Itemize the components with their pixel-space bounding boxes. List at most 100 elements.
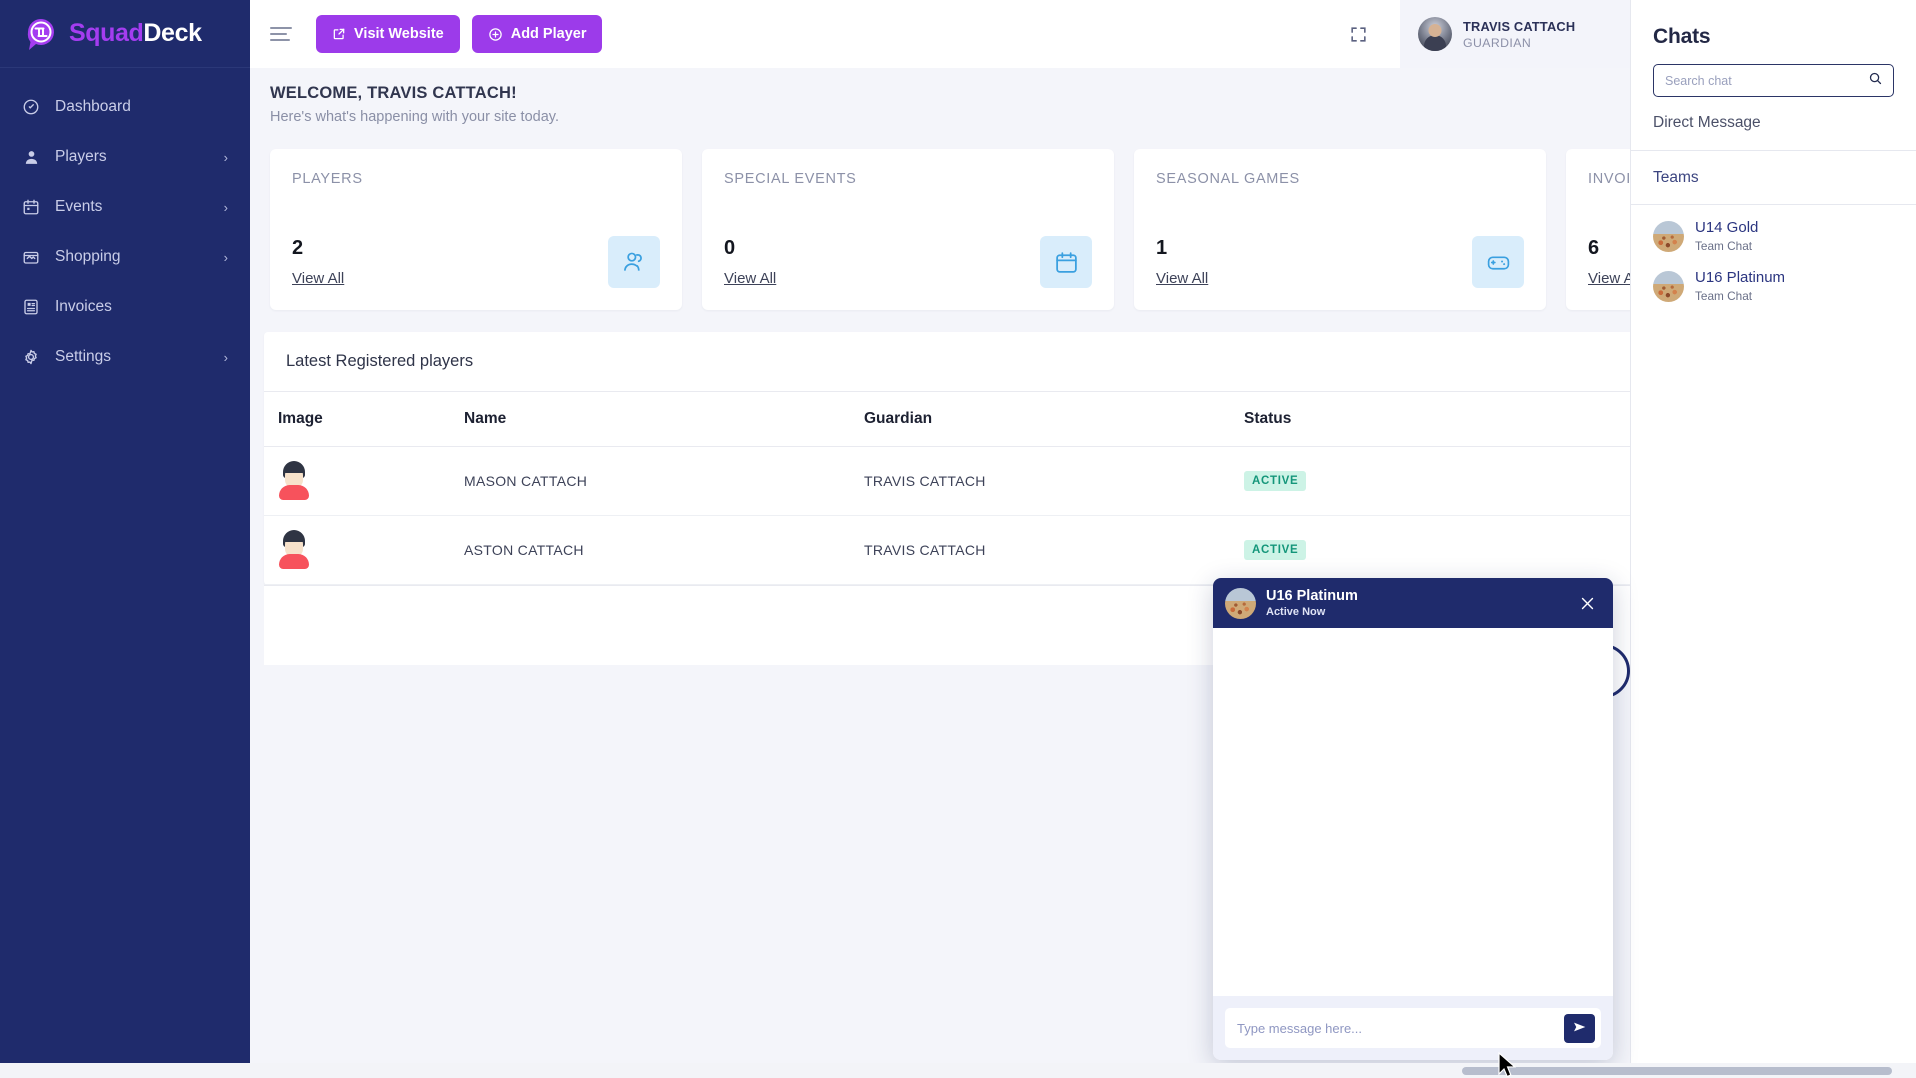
stat-value-group: 6 View All	[1588, 238, 1630, 288]
sidebar-item-settings[interactable]: Settings ›	[0, 332, 250, 382]
avatar	[1418, 17, 1452, 51]
sidebar-item-dashboard[interactable]: Dashboard	[0, 82, 250, 132]
chat-list-item-u14-gold[interactable]: U14 Gold Team Chat	[1653, 213, 1894, 263]
brand-text: SquadDeck	[69, 19, 202, 48]
status-badge: ACTIVE	[1244, 471, 1306, 491]
view-all-link[interactable]: View All	[724, 270, 776, 287]
cell-status: ACTIVE	[1244, 447, 1630, 516]
add-player-button[interactable]: Add Player	[472, 15, 603, 53]
chevron-right-icon: ›	[224, 201, 228, 214]
column-header-guardian: Guardian	[864, 392, 1244, 447]
invoice-icon	[20, 296, 42, 318]
stat-cards-row: PLAYERS 2 View All	[250, 125, 1630, 310]
sidebar-nav: Dashboard Players ›	[0, 68, 250, 382]
hamburger-icon[interactable]	[270, 24, 296, 44]
table-row[interactable]: MASON CATTACH TRAVIS CATTACH ACTIVE	[264, 447, 1630, 516]
stat-title: INVOICES	[1588, 171, 1630, 187]
brand-text-first: Squad	[69, 19, 143, 47]
table-row[interactable]: ASTON CATTACH TRAVIS CATTACH ACTIVE	[264, 516, 1630, 585]
divider	[1631, 150, 1916, 151]
visit-website-button[interactable]: Visit Website	[316, 15, 460, 53]
message-input-wrap[interactable]	[1225, 1008, 1601, 1048]
stat-value-group: 1 View All	[1156, 238, 1208, 288]
stat-value: 1	[1156, 238, 1208, 258]
stat-card-body: 2 View All	[292, 236, 660, 288]
view-all-link[interactable]: View All	[1588, 270, 1630, 287]
external-link-icon	[332, 27, 346, 41]
search-input[interactable]	[1665, 74, 1868, 88]
message-input[interactable]	[1237, 1021, 1564, 1036]
stat-title: SPECIAL EVENTS	[724, 171, 1090, 187]
stat-card-seasonal-games: SEASONAL GAMES 1 View All	[1134, 149, 1546, 310]
stat-card-invoices: INVOICES 6 View All	[1566, 149, 1630, 310]
chat-item-text: U16 Platinum Team Chat	[1695, 269, 1785, 303]
sidebar-item-events[interactable]: Events ›	[0, 182, 250, 232]
topbar: Visit Website Add Player TRAV	[250, 0, 1630, 68]
stat-value: 2	[292, 238, 344, 258]
profile-menu[interactable]: TRAVIS CATTACH GUARDIAN	[1400, 0, 1630, 68]
profile-role: GUARDIAN	[1463, 36, 1575, 50]
sidebar-item-label: Dashboard	[55, 98, 228, 116]
sidebar-item-label: Events	[55, 198, 224, 216]
sidebar-item-label: Settings	[55, 348, 224, 366]
horizontal-scrollbar[interactable]	[0, 1063, 1916, 1078]
fullscreen-icon[interactable]	[1338, 14, 1378, 54]
scrollbar-thumb[interactable]	[1462, 1067, 1892, 1075]
team-avatar	[1225, 588, 1256, 619]
team-avatar	[1653, 271, 1684, 302]
send-button[interactable]	[1564, 1014, 1595, 1043]
latest-players-table: Image Name Guardian Status	[264, 392, 1630, 585]
gear-icon	[20, 346, 42, 368]
chat-list-item-u16-platinum[interactable]: U16 Platinum Team Chat	[1653, 263, 1894, 313]
chevron-right-icon: ›	[224, 251, 228, 264]
direct-message-label[interactable]: Direct Message	[1653, 114, 1894, 132]
cell-guardian: TRAVIS CATTACH	[864, 447, 1244, 516]
profile-text: TRAVIS CATTACH GUARDIAN	[1463, 19, 1575, 50]
stat-title: PLAYERS	[292, 171, 658, 187]
sidebar-item-invoices[interactable]: Invoices	[0, 282, 250, 332]
add-player-label: Add Player	[511, 26, 587, 42]
calendar-icon	[1040, 236, 1092, 288]
player-avatar-icon	[278, 530, 310, 570]
chat-item-name: U14 Gold	[1695, 219, 1758, 236]
dashboard-icon	[20, 96, 42, 118]
column-header-name: Name	[464, 392, 864, 447]
page-title: WELCOME, TRAVIS CATTACH!	[270, 84, 1630, 103]
chat-message-list	[1213, 628, 1613, 996]
divider	[1631, 204, 1916, 205]
cell-image	[264, 447, 464, 516]
chat-popup-header: U16 Platinum Active Now	[1213, 578, 1613, 628]
stat-value: 6	[1588, 238, 1630, 258]
view-all-link[interactable]: View All	[292, 270, 344, 287]
sidebar-item-label: Invoices	[55, 298, 228, 316]
stat-title: SEASONAL GAMES	[1156, 171, 1522, 187]
squaddeck-logo-icon	[22, 15, 60, 53]
chat-item-subtitle: Team Chat	[1695, 239, 1758, 253]
search-icon[interactable]	[1868, 71, 1883, 91]
profile-name: TRAVIS CATTACH	[1463, 19, 1575, 34]
plus-circle-icon	[488, 27, 503, 42]
sidebar-item-shopping[interactable]: Shopping ›	[0, 232, 250, 282]
table-title: Latest Registered players	[286, 352, 1612, 371]
sidebar: SquadDeck Dashboard Players	[0, 0, 250, 1078]
store-icon	[20, 246, 42, 268]
cell-guardian: TRAVIS CATTACH	[864, 516, 1244, 585]
cell-name: ASTON CATTACH	[464, 516, 864, 585]
latest-players-card: Latest Registered players Image Name Gua…	[264, 332, 1630, 585]
stat-card-players: PLAYERS 2 View All	[270, 149, 682, 310]
view-all-link[interactable]: View All	[1156, 270, 1208, 287]
team-avatar	[1653, 221, 1684, 252]
user-icon	[20, 146, 42, 168]
sidebar-item-players[interactable]: Players ›	[0, 132, 250, 182]
stat-card-body: 6 View All	[1588, 236, 1630, 288]
chat-panel-title: Chats	[1653, 25, 1894, 49]
chat-search[interactable]	[1653, 64, 1894, 97]
cell-name: MASON CATTACH	[464, 447, 864, 516]
chat-item-subtitle: Team Chat	[1695, 289, 1785, 303]
chat-composer	[1213, 996, 1613, 1060]
app-root: SquadDeck Dashboard Players	[0, 0, 1916, 1078]
close-icon[interactable]	[1575, 591, 1599, 615]
page-subtitle: Here's what's happening with your site t…	[270, 109, 1630, 125]
cell-status: ACTIVE	[1244, 516, 1630, 585]
brand-logo[interactable]: SquadDeck	[0, 0, 250, 68]
